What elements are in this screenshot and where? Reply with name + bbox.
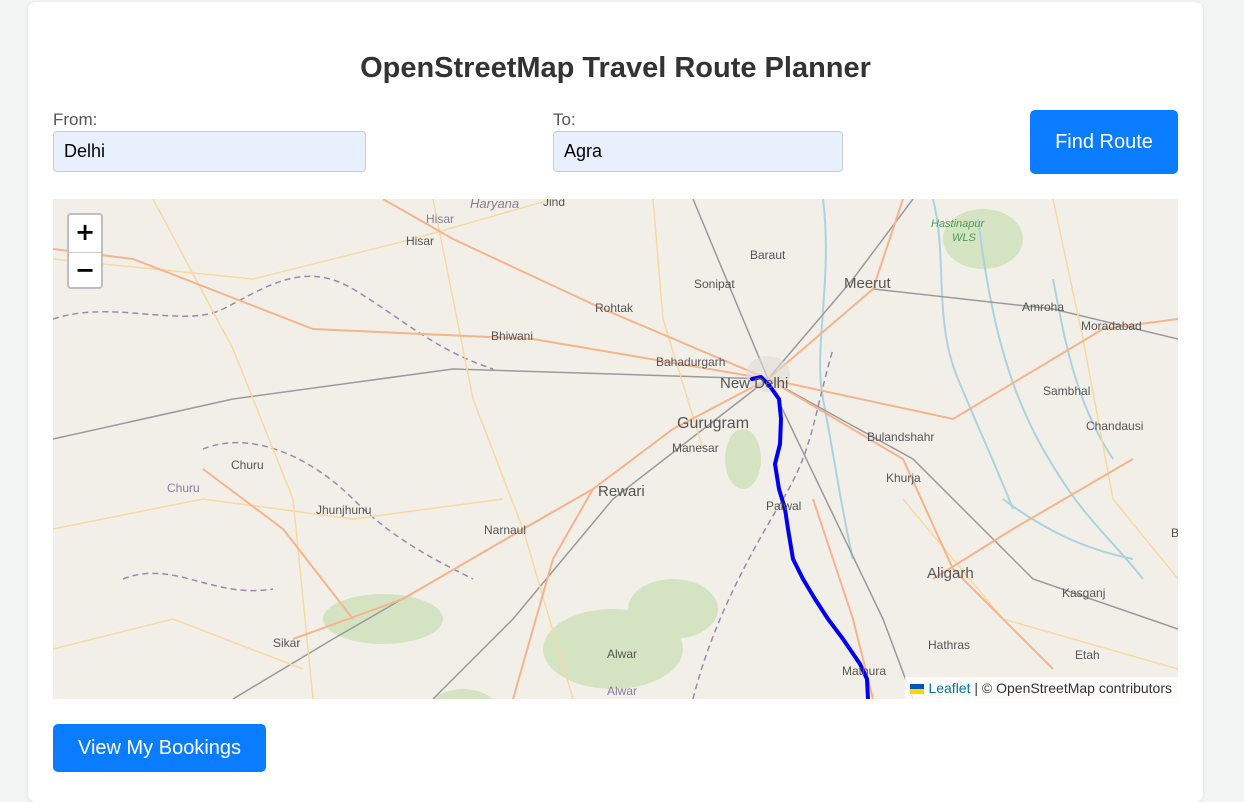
to-input[interactable] <box>553 131 843 172</box>
label-manesar: Manesar <box>672 441 719 455</box>
label-bahadurgarh: Bahadurgarh <box>656 355 725 369</box>
label-jhunjhunu: Jhunjhunu <box>316 503 371 517</box>
label-wls: WLS <box>952 232 977 244</box>
label-alwar: Alwar <box>607 647 637 661</box>
attribution-separator: | <box>970 680 982 696</box>
label-jind: Jind <box>543 199 565 209</box>
label-sikar: Sikar <box>273 636 300 650</box>
label-bhiwani: Bhiwani <box>491 329 533 343</box>
label-kasganj: Kasganj <box>1062 586 1105 600</box>
label-meerut: Meerut <box>844 275 892 292</box>
find-route-button[interactable]: Find Route <box>1030 110 1178 174</box>
label-churu: Churu <box>231 458 264 472</box>
label-alwar-district: Alwar <box>607 684 637 698</box>
page-title: OpenStreetMap Travel Route Planner <box>360 52 871 84</box>
map-attribution: Leaflet | © OpenStreetMap contributors <box>905 677 1178 699</box>
label-baraut: Baraut <box>750 248 786 262</box>
label-palwal: Palwal <box>766 499 801 513</box>
label-etah: Etah <box>1075 648 1100 662</box>
view-bookings-button[interactable]: View My Bookings <box>53 724 266 772</box>
label-new-delhi: New Delhi <box>720 375 788 392</box>
label-gurugram: Gurugram <box>677 415 749 432</box>
ukraine-flag-icon <box>910 684 925 694</box>
label-aligarh: Aligarh <box>927 565 974 582</box>
label-hastinapur: Hastinapur <box>931 218 986 230</box>
from-input[interactable] <box>53 131 366 172</box>
zoom-in-button[interactable]: + <box>69 215 101 253</box>
label-moradabad: Moradabad <box>1081 319 1142 333</box>
label-hisar-district: Hisar <box>426 212 454 226</box>
label-bulandshahr: Bulandshahr <box>867 430 934 444</box>
route-map[interactable]: Haryana Jind Hisar Hisar Baraut Hastinap… <box>53 199 1178 699</box>
zoom-control: + − <box>67 213 103 289</box>
label-narnaul: Narnaul <box>484 523 526 537</box>
leaflet-link[interactable]: Leaflet <box>928 680 970 696</box>
label-chandausi: Chandausi <box>1086 419 1143 433</box>
label-haryana: Haryana <box>470 199 519 211</box>
to-label: To: <box>553 110 576 129</box>
label-sonipat: Sonipat <box>694 277 735 291</box>
label-hisar: Hisar <box>406 234 434 248</box>
map-tiles[interactable]: Haryana Jind Hisar Hisar Baraut Hastinap… <box>53 199 1178 699</box>
label-amroha: Amroha <box>1022 300 1064 314</box>
label-rohtak: Rohtak <box>595 301 634 315</box>
label-hathras: Hathras <box>928 638 970 652</box>
label-sambhal: Sambhal <box>1043 384 1090 398</box>
label-mathura: Mathura <box>842 664 886 678</box>
label-b-edge: B <box>1171 526 1178 540</box>
osm-contributors-text: © OpenStreetMap contributors <box>981 680 1172 696</box>
from-label: From: <box>53 110 98 129</box>
zoom-out-button[interactable]: − <box>69 253 101 290</box>
label-khurja: Khurja <box>886 471 921 485</box>
label-churu-district: Churu <box>167 481 200 495</box>
label-rewari: Rewari <box>598 483 645 500</box>
